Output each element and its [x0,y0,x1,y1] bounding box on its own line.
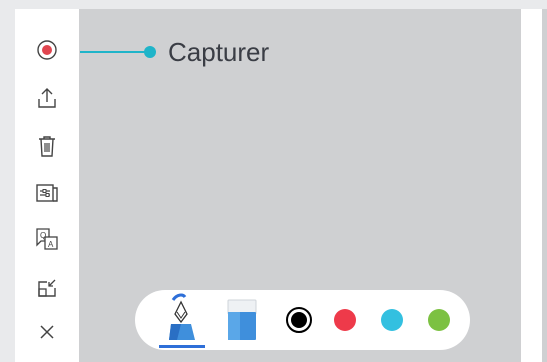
share-icon [38,88,56,108]
settings-panel-icon [36,184,58,202]
color-swatch-black[interactable] [286,307,312,333]
pen-icon [159,293,205,348]
color-swatch-green[interactable] [428,309,450,331]
pen-tool-button[interactable] [159,290,205,350]
settings-button[interactable] [15,176,79,210]
left-toolbar: Q A [15,9,79,362]
color-swatch-black-fill [291,312,307,328]
share-button[interactable] [15,81,79,115]
qa-glyph-bottom: A [48,240,54,249]
close-button[interactable] [15,315,79,349]
callout-dot [144,46,156,58]
eraser-tool-button[interactable] [225,298,259,342]
callout-label: Capturer [168,37,270,67]
qa-icon: Q A [36,228,58,250]
right-margin [542,9,547,362]
right-panel-edge [521,9,542,362]
pen-palette [135,290,470,350]
record-icon [37,40,57,60]
close-icon [40,325,54,339]
eraser-icon [227,299,257,340]
qa-button[interactable]: Q A [15,223,79,257]
record-button[interactable] [15,33,79,67]
app-window: Q A Capturer [0,0,547,362]
color-swatch-red[interactable] [334,309,356,331]
minimize-button[interactable] [15,271,79,305]
qa-glyph-top: Q [40,231,46,240]
trash-icon [39,136,55,157]
callout-line [80,51,146,53]
delete-button[interactable] [15,129,79,163]
color-swatch-cyan[interactable] [381,309,403,331]
minimize-icon [38,279,56,297]
